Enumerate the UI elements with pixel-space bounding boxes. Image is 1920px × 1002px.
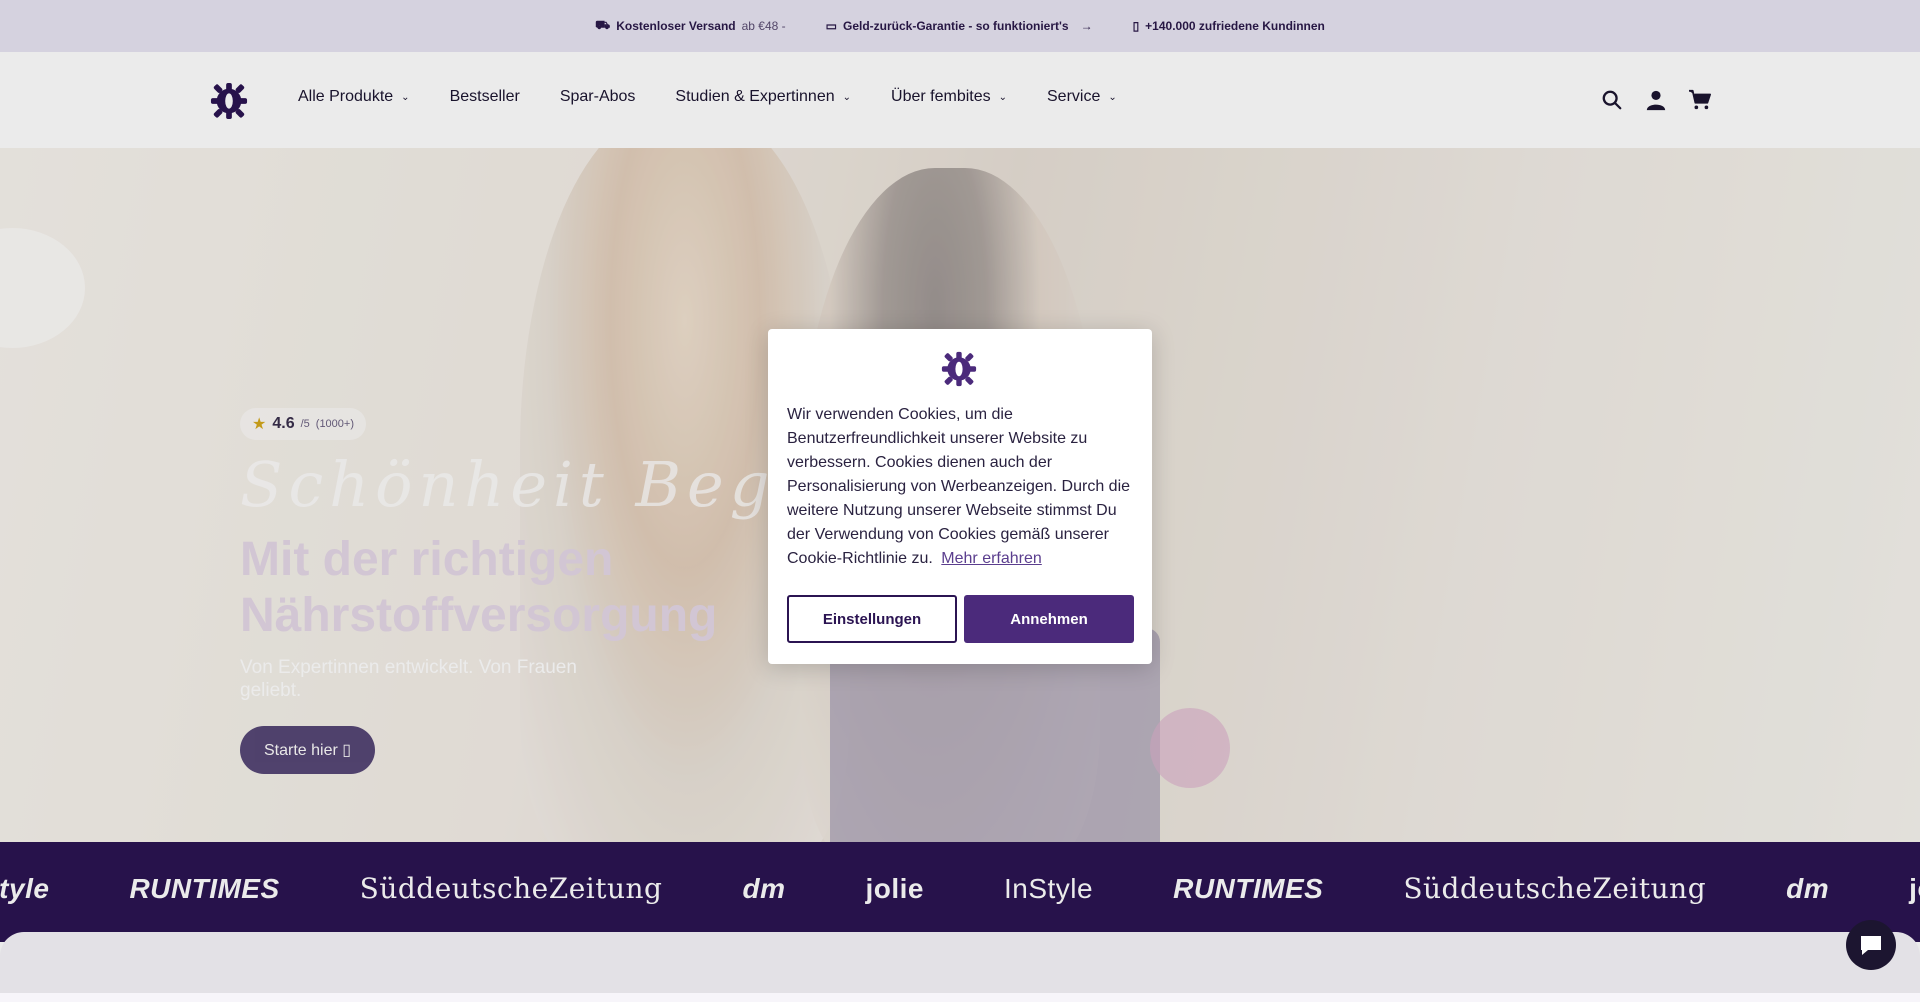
chat-icon bbox=[1861, 936, 1881, 955]
learn-more-link[interactable]: Mehr erfahren bbox=[941, 550, 1042, 567]
cookie-text-block: Wir verwenden Cookies, um die Benutzerfr… bbox=[787, 403, 1137, 571]
cookie-consent-dialog: Wir verwenden Cookies, um die Benutzerfr… bbox=[768, 329, 1152, 664]
cookie-accept-button[interactable]: Annehmen bbox=[964, 595, 1134, 643]
chat-button[interactable] bbox=[1846, 920, 1896, 970]
cookie-message: Wir verwenden Cookies, um die Benutzerfr… bbox=[787, 406, 1131, 567]
fembites-logo bbox=[941, 351, 977, 387]
cookie-settings-button[interactable]: Einstellungen bbox=[787, 595, 957, 643]
